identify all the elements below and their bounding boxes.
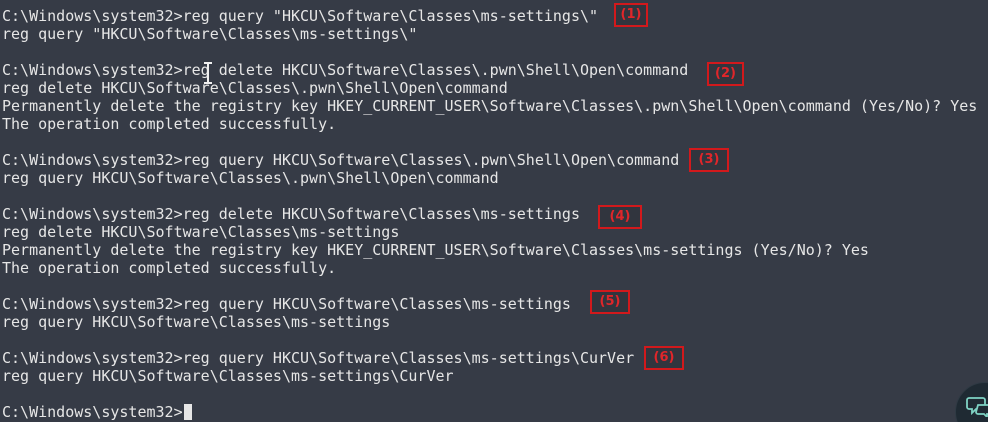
command-prompt-line[interactable]: C:\Windows\system32> — [2, 403, 192, 421]
terminal-line: C:\Windows\system32>reg delete HKCU\Soft… — [2, 205, 580, 223]
text-cursor — [183, 404, 192, 420]
terminal-line: reg query HKCU\Software\Classes\.pwn\She… — [2, 169, 499, 187]
annotation-badge-5: (5) — [590, 290, 630, 314]
terminal-line: reg delete HKCU\Software\Classes\.pwn\Sh… — [2, 79, 508, 97]
terminal-line: The operation completed successfully. — [2, 259, 337, 277]
command-prompt: C:\Windows\system32> — [2, 403, 183, 421]
terminal-line: C:\Windows\system32>reg query HKCU\Softw… — [2, 151, 680, 169]
terminal-line: reg delete HKCU\Software\Classes\ms-sett… — [2, 223, 400, 241]
chat-button[interactable] — [955, 382, 988, 422]
annotation-badge-2: (2) — [707, 62, 744, 86]
terminal-line: C:\Windows\system32>reg delete HKCU\Soft… — [2, 61, 689, 79]
terminal-window[interactable]: C:\Windows\system32> reg query "HKCU\Soft… — [0, 0, 988, 422]
annotation-badge-4: (4) — [598, 205, 642, 229]
terminal-line: C:\Windows\system32>reg query HKCU\Softw… — [2, 295, 571, 313]
chat-bubble-icon — [966, 397, 988, 417]
mouse-ibeam-icon — [204, 62, 212, 84]
terminal-line: Permanently delete the registry key HKEY… — [2, 241, 869, 259]
annotation-badge-3: (3) — [689, 148, 729, 172]
terminal-line: reg query "HKCU\Software\Classes\ms-sett… — [2, 25, 418, 43]
terminal-line: Permanently delete the registry key HKEY… — [2, 97, 978, 115]
annotation-badge-6: (6) — [644, 346, 684, 370]
terminal-line: reg query HKCU\Software\Classes\ms-setti… — [2, 367, 454, 385]
terminal-line: reg query HKCU\Software\Classes\ms-setti… — [2, 313, 391, 331]
terminal-line: The operation completed successfully. — [2, 115, 337, 133]
annotation-badge-1: (1) — [614, 3, 648, 27]
terminal-line: C:\Windows\system32>reg query HKCU\Softw… — [2, 349, 635, 367]
terminal-line: C:\Windows\system32>reg query "HKCU\Soft… — [2, 7, 599, 25]
